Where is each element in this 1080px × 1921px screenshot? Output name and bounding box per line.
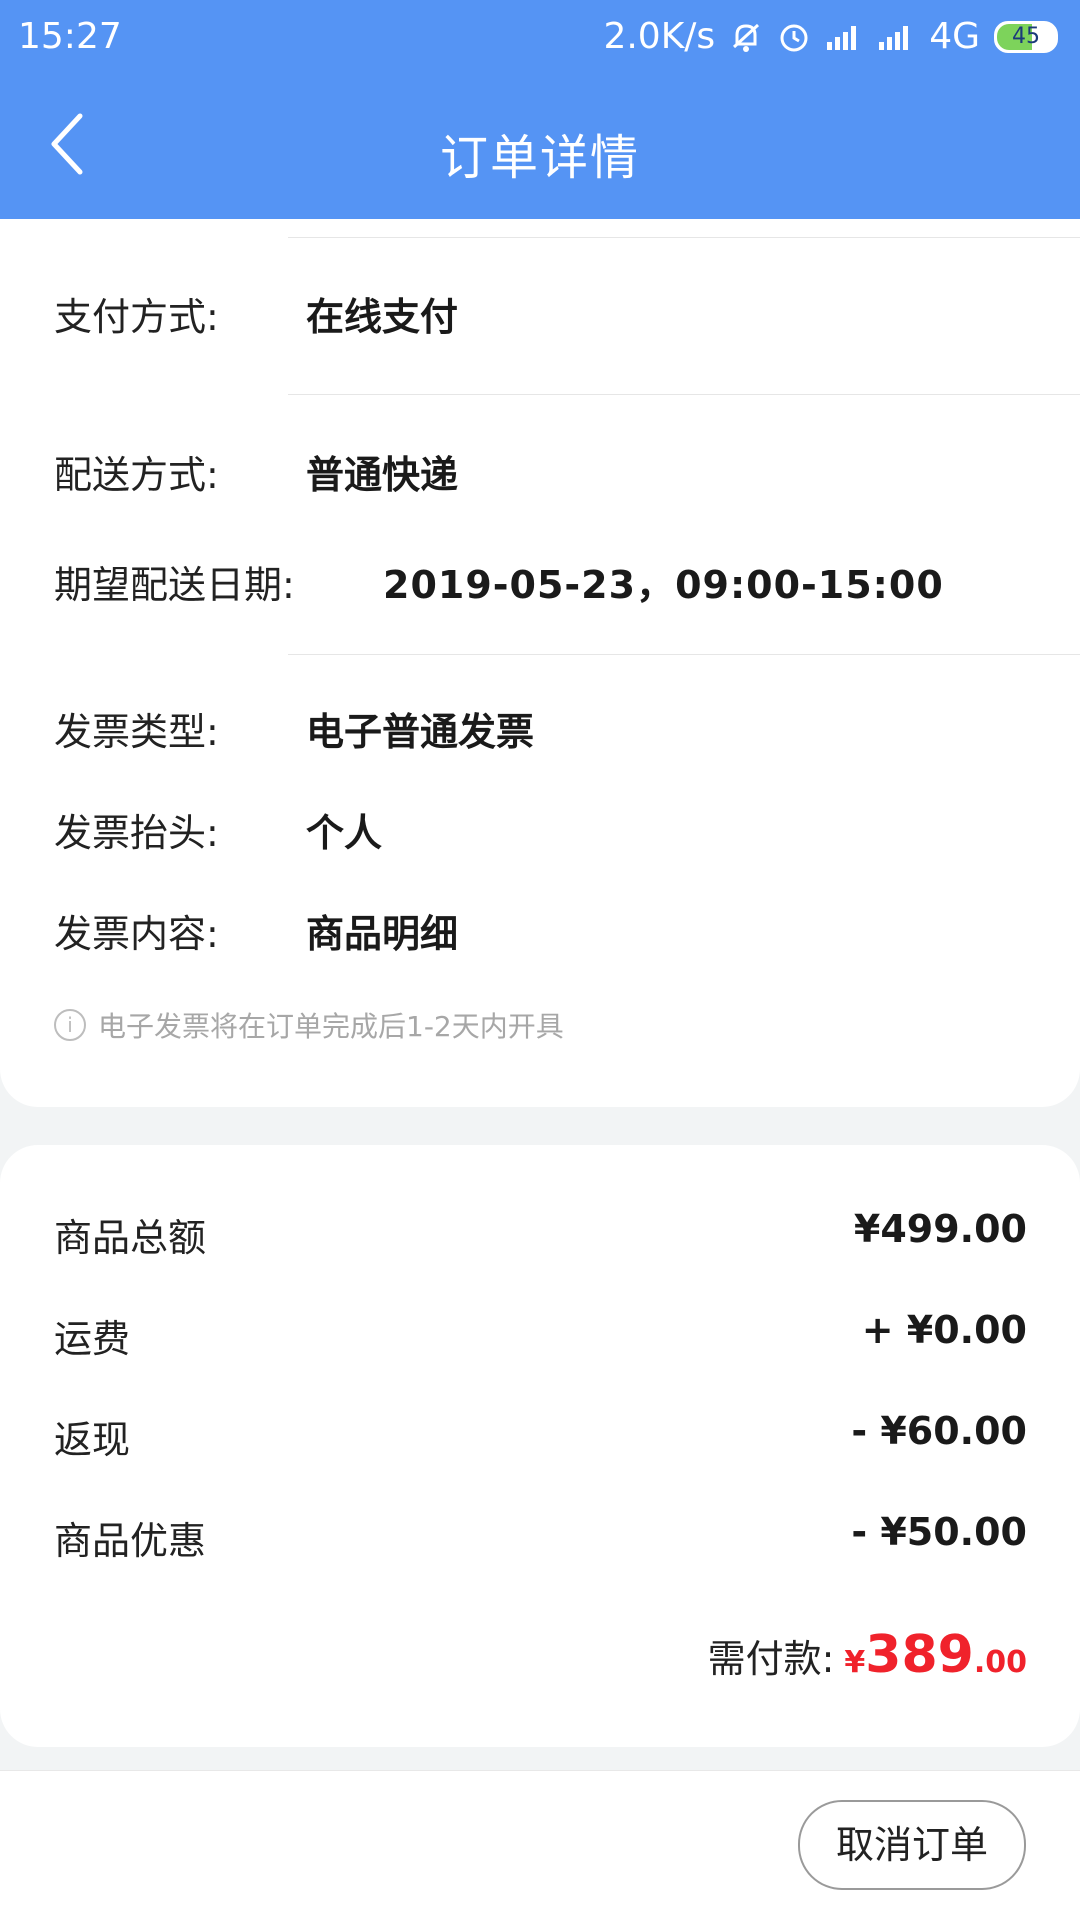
invoice-type-label: 发票类型: xyxy=(54,710,219,754)
invoice-notice: i 电子发票将在订单完成后1-2天内开具 xyxy=(54,1005,564,1045)
status-time: 15:27 xyxy=(18,16,122,57)
shipping-value: + ¥0.00 xyxy=(861,1308,1027,1352)
divider xyxy=(288,394,1080,395)
status-bar: 15:27 2.0K/s 4G 45 xyxy=(0,0,1080,74)
shipping-label: 运费 xyxy=(54,1317,131,1361)
expected-date-label: 期望配送日期: xyxy=(54,563,295,607)
price-summary-card: 商品总额 ¥499.00 运费 + ¥0.00 返现 - ¥60.00 商品优惠… xyxy=(0,1145,1080,1747)
subtotal-label: 商品总额 xyxy=(54,1216,207,1260)
signal-icon xyxy=(827,25,857,50)
status-right: 2.0K/s 4G 45 xyxy=(603,16,1058,57)
invoice-content-label: 发票内容: xyxy=(54,912,219,956)
header: 订单详情 xyxy=(0,90,1080,200)
discount-value: - ¥50.00 xyxy=(851,1510,1027,1554)
footer-bar: 取消订单 xyxy=(0,1770,1080,1921)
payment-value: 在线支付 xyxy=(306,295,459,339)
divider xyxy=(288,654,1080,655)
invoice-title-label: 发票抬头: xyxy=(54,811,219,855)
order-info-card: 支付方式: 在线支付 配送方式: 普通快递 期望配送日期: 2019-05-23… xyxy=(0,219,1080,1107)
invoice-notice-text: 电子发票将在订单完成后1-2天内开具 xyxy=(98,1010,564,1043)
discount-label: 商品优惠 xyxy=(54,1519,207,1563)
total-payable: 需付款: ¥ 389 .00 xyxy=(708,1625,1027,1685)
signal-icon-2 xyxy=(879,25,909,50)
total-amount: 389 xyxy=(865,1625,974,1685)
expected-date-value: 2019-05-23，09:00-15:00 xyxy=(383,563,944,607)
battery-icon: 45 xyxy=(994,20,1058,53)
cancel-order-button[interactable]: 取消订单 xyxy=(798,1800,1026,1890)
info-icon: i xyxy=(54,1009,86,1041)
alarm-icon xyxy=(780,24,808,51)
divider xyxy=(288,237,1080,238)
invoice-type-value: 电子普通发票 xyxy=(306,710,535,754)
subtotal-value: ¥499.00 xyxy=(853,1207,1027,1251)
mute-bell-icon xyxy=(733,23,760,52)
delivery-value: 普通快递 xyxy=(306,453,459,497)
total-currency: ¥ xyxy=(844,1645,866,1680)
cashback-label: 返现 xyxy=(54,1418,131,1462)
battery-level: 45 xyxy=(1012,23,1040,49)
cashback-value: - ¥60.00 xyxy=(851,1409,1027,1453)
delivery-label: 配送方式: xyxy=(54,453,219,497)
top-bar: 15:27 2.0K/s 4G 45 订单详情 xyxy=(0,0,1080,219)
total-decimal: .00 xyxy=(973,1645,1027,1680)
total-label: 需付款: xyxy=(707,1637,835,1681)
invoice-content-value: 商品明细 xyxy=(306,912,459,956)
invoice-title-value: 个人 xyxy=(306,811,383,855)
network-type: 4G xyxy=(929,16,980,57)
page-title: 订单详情 xyxy=(439,130,640,186)
network-speed: 2.0K/s xyxy=(603,16,716,57)
payment-label: 支付方式: xyxy=(54,295,219,339)
